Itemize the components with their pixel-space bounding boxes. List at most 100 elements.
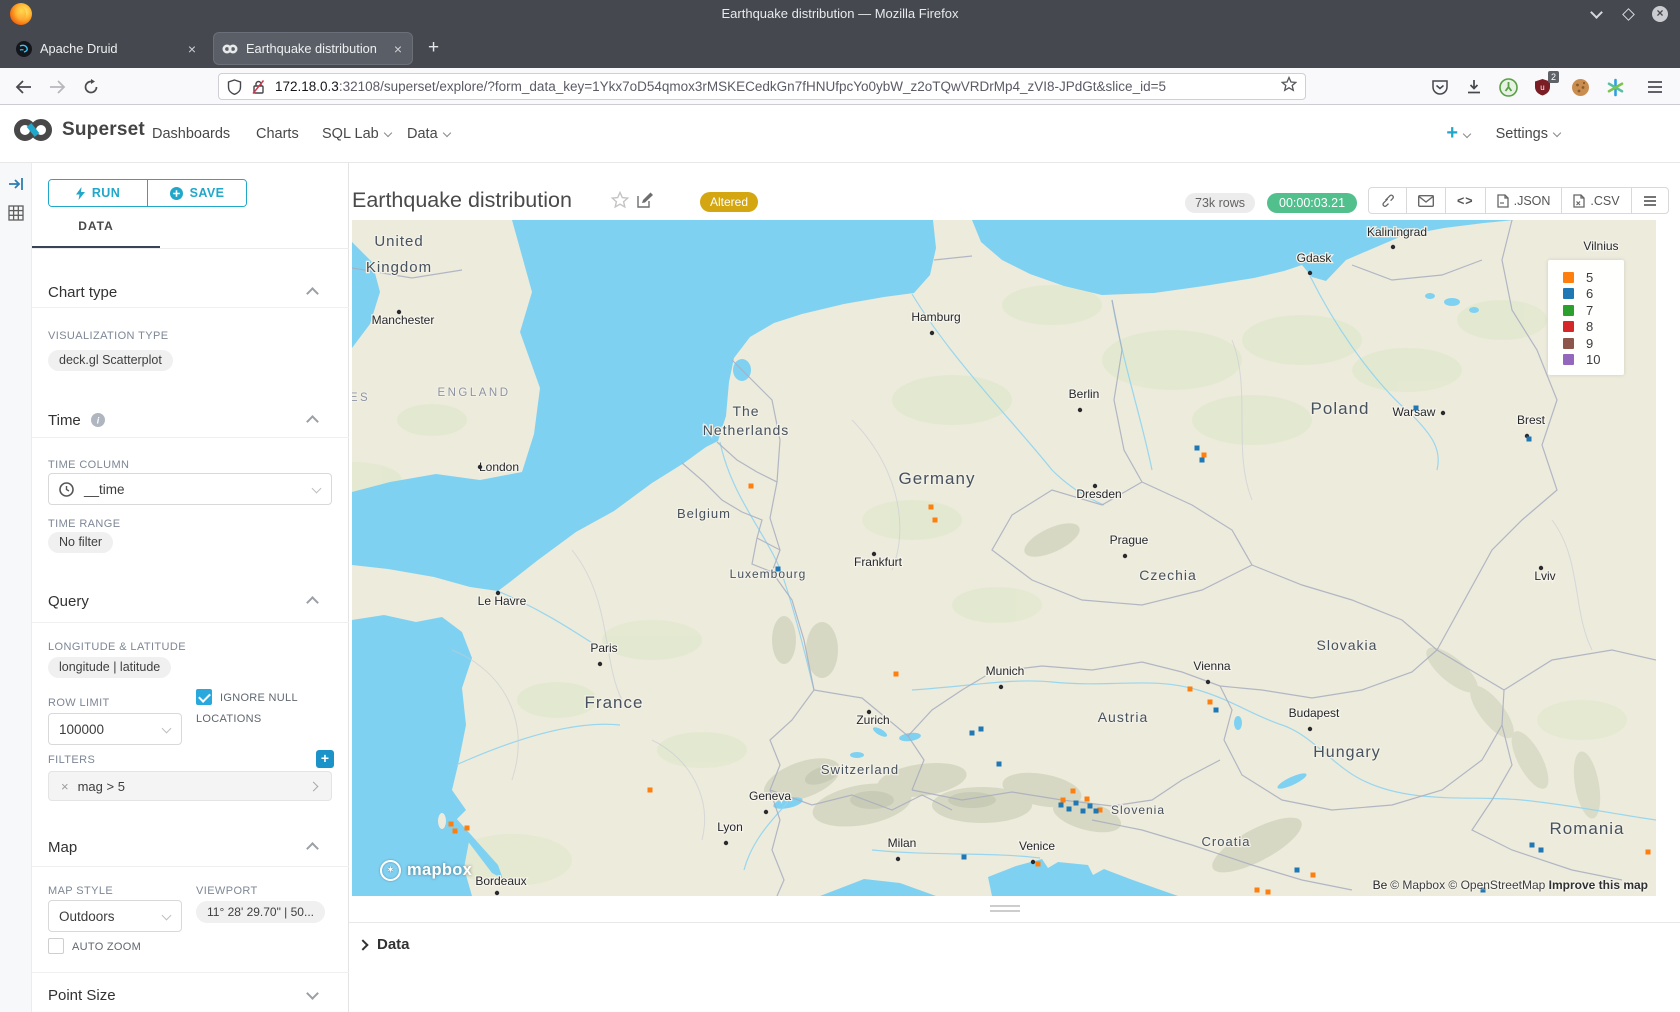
city-dot [896,857,900,861]
nav-settings[interactable]: Settings [1496,105,1560,163]
email-button[interactable] [1406,188,1445,213]
legend-item[interactable]: 8 [1563,319,1624,336]
country-label: United [374,233,423,250]
legend-item[interactable]: 7 [1563,302,1624,319]
extension-green-icon[interactable] [1496,75,1520,99]
scatter-point [776,567,781,572]
expand-panel-icon[interactable] [8,177,24,196]
back-icon[interactable] [10,74,36,100]
chevron-up-icon[interactable] [306,287,319,300]
viz-type-value[interactable]: deck.gl Scatterplot [48,350,173,371]
tracking-shield-icon[interactable] [227,79,242,95]
viewport-value[interactable]: 11° 28' 29.70" | 50... [196,901,325,923]
insecure-lock-icon[interactable] [251,79,266,95]
brand-name: Superset [62,119,145,141]
url-bar[interactable]: 172.18.0.3:32108/superset/explore/?form_… [218,73,1306,100]
chart-menu-button[interactable] [1631,188,1668,213]
favorite-star-icon[interactable] [611,191,629,214]
legend-item[interactable]: 10 [1563,352,1624,369]
ignore-null-checkbox[interactable] [196,689,212,705]
share-link-button[interactable] [1369,188,1406,213]
export-json-button[interactable]: .JSON [1485,188,1562,213]
section-point-size[interactable]: Point Size [48,987,116,1004]
export-csv-button[interactable]: .CSV [1561,188,1630,213]
legend-item[interactable]: 9 [1563,335,1624,352]
city-dot [724,841,728,845]
scatter-point [1059,803,1064,808]
superset-logo[interactable]: Superset [12,117,145,143]
tab-close-icon[interactable]: × [186,41,198,57]
chevron-up-icon[interactable] [306,596,319,609]
improve-map-link[interactable]: Improve this map [1549,878,1648,892]
altered-badge[interactable]: Altered [700,192,758,212]
time-range-label: TIME RANGE [48,518,120,530]
window-close-icon[interactable]: × [1652,6,1668,22]
extension-asterisk-icon[interactable] [1603,75,1627,99]
tab-data[interactable]: DATA [32,219,160,233]
remove-filter-icon[interactable]: × [49,779,78,794]
edit-properties-icon[interactable] [637,192,653,213]
nav-sql-lab[interactable]: SQL Lab [322,105,391,163]
section-time[interactable]: Time i [48,412,105,429]
tab-earthquake-distribution[interactable]: Earthquake distribution × [214,33,412,64]
row-limit-select[interactable]: 100000 [48,713,182,745]
window-maximize-icon[interactable] [1620,6,1636,22]
reload-icon[interactable] [78,74,104,100]
chevron-down-icon[interactable] [306,987,319,1000]
tab-apache-druid[interactable]: Apache Druid × [8,33,206,64]
dataset-grid-icon[interactable] [8,205,24,226]
auto-zoom-checkbox[interactable] [48,938,64,954]
menu-icon[interactable] [1643,75,1667,99]
scatter-point [1081,809,1086,814]
time-column-select[interactable]: __time [48,473,332,505]
lonlat-value[interactable]: longitude | latitude [48,657,171,678]
viewport-label: VIEWPORT [196,885,258,897]
downloads-icon[interactable] [1462,75,1486,99]
section-query[interactable]: Query [48,593,89,610]
map-style-label: MAP STYLE [48,885,113,897]
forward-icon[interactable] [44,74,70,100]
legend-item[interactable]: 5 [1563,269,1624,286]
data-results-collapse[interactable]: Data [359,936,410,953]
mapbox-logo[interactable]: ✶ mapbox [380,860,472,881]
filter-chip[interactable]: × mag > 5 [48,771,332,801]
bookmark-star-icon[interactable] [1281,76,1297,97]
chevron-up-icon[interactable] [306,842,319,855]
map-style-select[interactable]: Outdoors [48,900,182,932]
nav-charts[interactable]: Charts [256,105,299,163]
run-button[interactable]: RUN [49,180,147,206]
cookie-extension-icon[interactable] [1568,75,1592,99]
druid-favicon-icon [16,41,32,57]
pocket-icon[interactable] [1428,75,1452,99]
resize-grip[interactable] [990,905,1020,912]
city-dot [1308,727,1312,731]
scatter-point [648,788,653,793]
scatter-point [1195,446,1200,451]
nav-data[interactable]: Data [407,105,450,163]
ublock-icon[interactable]: u 2 [1530,75,1554,99]
nav-add-button[interactable]: + [1446,105,1470,163]
filters-label: FILTERS [48,754,95,766]
add-filter-button[interactable]: + [316,750,334,768]
chevron-right-icon[interactable] [309,781,319,791]
tab-close-icon[interactable]: × [392,41,404,57]
mapbox-logo-icon: ✶ [380,860,401,881]
new-tab-button[interactable]: + [428,38,439,58]
legend-item[interactable]: 6 [1563,286,1624,303]
lightning-icon [76,187,85,200]
section-chart-type[interactable]: Chart type [48,284,117,301]
save-button[interactable]: SAVE [147,180,246,206]
chevron-up-icon[interactable] [306,415,319,428]
row-limit-label: ROW LIMIT [48,697,110,709]
country-label: Slovenia [1111,803,1165,817]
section-map[interactable]: Map [48,839,77,856]
map-attribution[interactable]: © Mapbox © OpenStreetMap Improve this ma… [1390,878,1648,892]
scatter-point [1311,873,1316,878]
nav-dashboards[interactable]: Dashboards [152,105,230,163]
time-range-value[interactable]: No filter [48,532,113,553]
city-dot [1031,860,1035,864]
legend-swatch [1563,354,1574,365]
embed-code-button[interactable]: <> [1445,188,1485,213]
map-canvas[interactable]: UnitedKingdomTheNetherlandsGermanyPoland… [352,220,1656,896]
window-minimize-icon[interactable] [1588,6,1604,22]
